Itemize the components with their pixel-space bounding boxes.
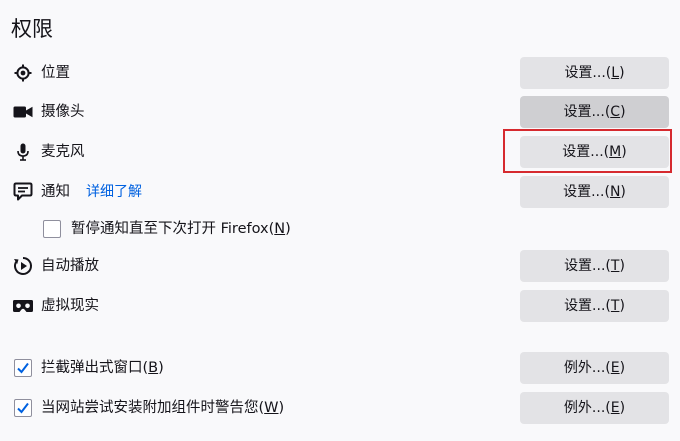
- pause-notifications-label[interactable]: 暂停通知直至下次打开 Firefox(N): [71, 212, 291, 246]
- autoplay-settings-button[interactable]: 设置...(T): [520, 250, 669, 282]
- virtual-reality-label: 虚拟现实: [41, 298, 99, 314]
- permission-row-location: 位置 设置...(L): [0, 56, 680, 90]
- block-popups-checkbox[interactable]: [14, 359, 32, 377]
- camera-settings-button[interactable]: 设置...(C): [520, 96, 669, 128]
- learn-more-link[interactable]: 详细了解: [86, 175, 142, 209]
- warn-addons-label[interactable]: 当网站尝试安装附加组件时警告您(W): [41, 391, 284, 425]
- block-popups-exceptions-button[interactable]: 例外...(E): [520, 352, 669, 384]
- vr-headset-icon: [12, 296, 34, 316]
- autoplay-icon: [12, 256, 34, 276]
- virtual-reality-settings-button[interactable]: 设置...(T): [520, 290, 669, 322]
- pause-notifications-checkbox[interactable]: [43, 220, 61, 238]
- autoplay-label: 自动播放: [41, 258, 99, 274]
- permission-row-virtual-reality: 虚拟现实 设置...(T): [0, 289, 680, 323]
- pause-notifications-row: 暂停通知直至下次打开 Firefox(N): [0, 212, 680, 246]
- permission-row-autoplay: 自动播放 设置...(T): [0, 249, 680, 283]
- block-popups-label[interactable]: 拦截弹出式窗口(B): [41, 351, 164, 385]
- warn-addons-row: 当网站尝试安装附加组件时警告您(W) 例外...(E): [0, 391, 680, 425]
- permission-row-notifications: 通知 详细了解 设置...(N): [0, 175, 680, 209]
- location-settings-button[interactable]: 设置...(L): [520, 57, 669, 89]
- warn-addons-checkbox[interactable]: [14, 399, 32, 417]
- checkmark-icon: [17, 402, 29, 414]
- microphone-settings-button[interactable]: 设置...(M): [520, 136, 669, 168]
- location-label: 位置: [41, 65, 70, 81]
- microphone-icon: [12, 142, 34, 162]
- camera-icon: [12, 102, 34, 122]
- warn-addons-exceptions-button[interactable]: 例外...(E): [520, 392, 669, 424]
- permission-row-microphone: 麦克风 设置...(M): [0, 135, 680, 169]
- permission-row-camera: 摄像头 设置...(C): [0, 95, 680, 129]
- microphone-label: 麦克风: [41, 144, 85, 160]
- notifications-label: 通知: [41, 184, 70, 200]
- notification-speech-bubble-icon: [12, 182, 34, 202]
- notifications-settings-button[interactable]: 设置...(N): [520, 176, 669, 208]
- section-title: 权限: [11, 17, 53, 41]
- checkmark-icon: [17, 362, 29, 374]
- camera-label: 摄像头: [41, 104, 85, 120]
- block-popups-row: 拦截弹出式窗口(B) 例外...(E): [0, 351, 680, 385]
- location-crosshair-icon: [12, 63, 34, 83]
